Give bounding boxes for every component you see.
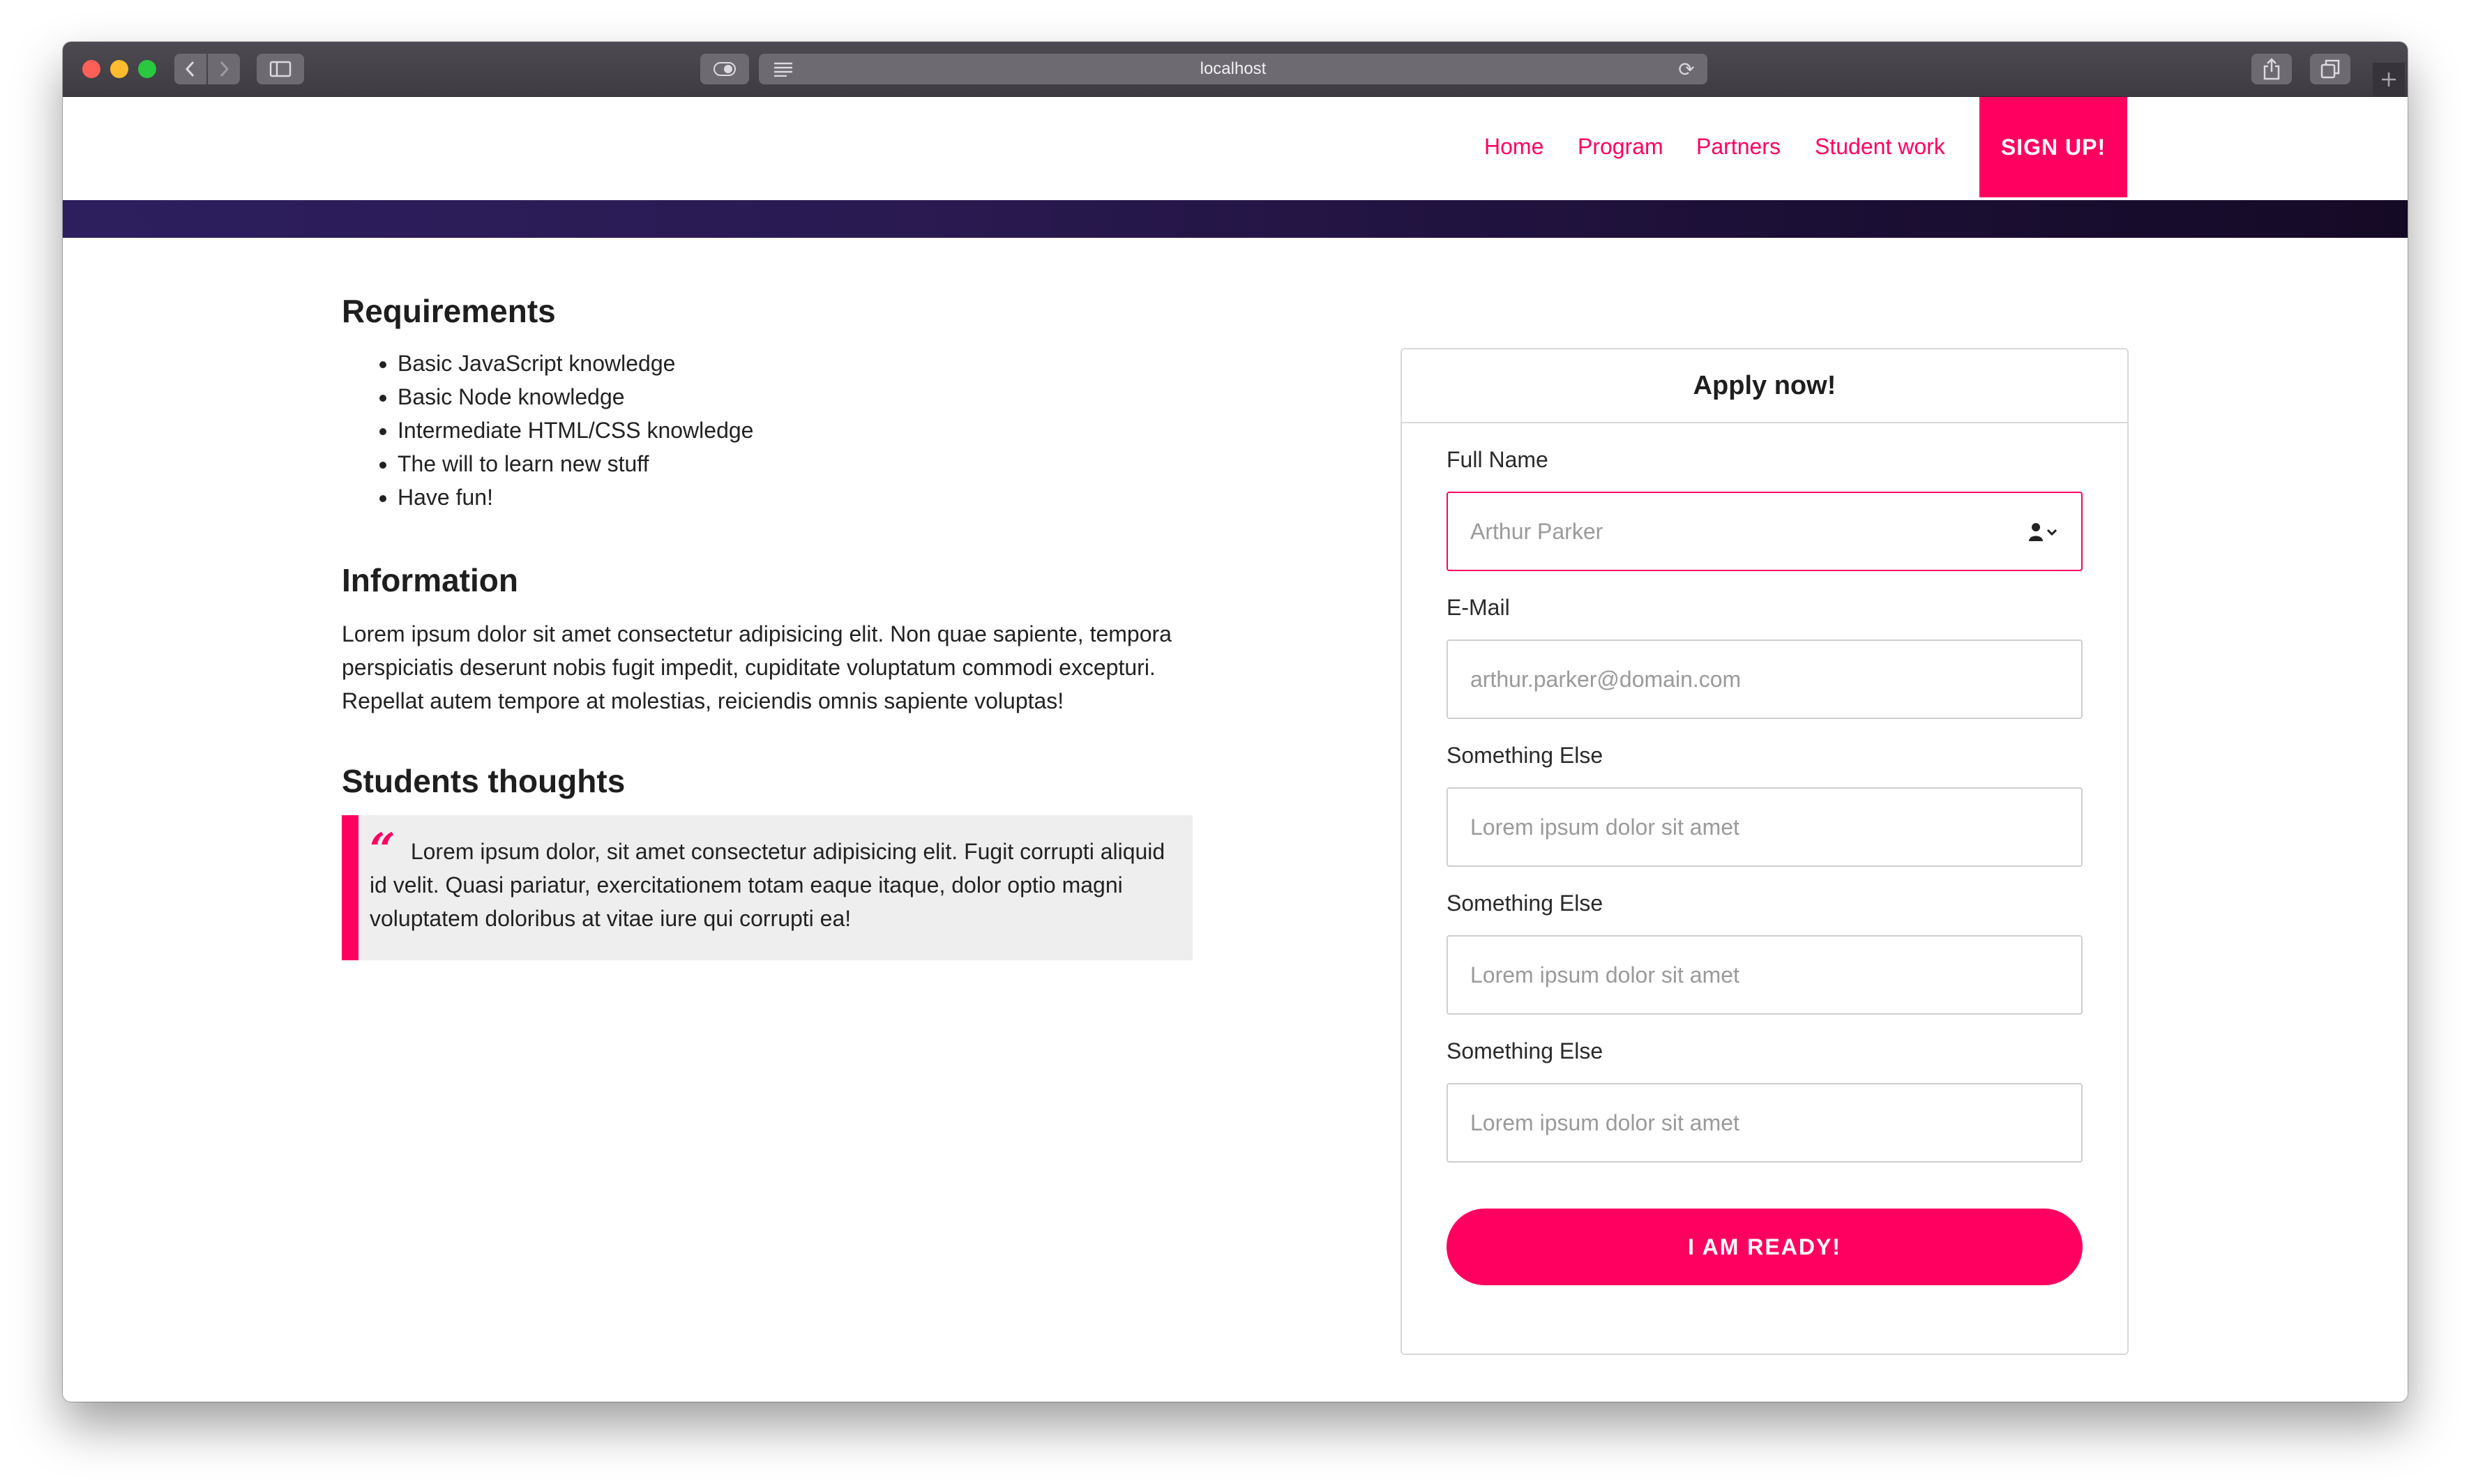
- something-else-input-3[interactable]: [1448, 1084, 2081, 1161]
- email-input[interactable]: [1448, 641, 2081, 718]
- show-tabs-button[interactable]: [2310, 54, 2350, 84]
- new-tab-button[interactable]: [2373, 63, 2405, 96]
- something-else-label-1: Something Else: [1447, 743, 1603, 768]
- privacy-report-button[interactable]: [700, 54, 749, 84]
- tabs-icon: [2320, 59, 2340, 79]
- full-name-label: Full Name: [1447, 447, 1548, 472]
- zoom-window-button[interactable]: [138, 60, 156, 78]
- forward-button[interactable]: [208, 54, 240, 84]
- quote-icon: “: [370, 824, 395, 876]
- something-else-field-2[interactable]: [1447, 935, 2083, 1015]
- list-item: Have fun!: [398, 480, 753, 514]
- something-else-label-2: Something Else: [1447, 891, 1603, 916]
- address-bar[interactable]: localhost ⟳: [759, 54, 1707, 84]
- minimize-window-button[interactable]: [110, 60, 128, 78]
- nav-link-student-work[interactable]: Student work: [1815, 97, 1945, 196]
- signup-button[interactable]: SIGN UP!: [1979, 97, 2127, 197]
- quote-text: Lorem ipsum dolor, sit amet consectetur …: [370, 839, 1165, 931]
- something-else-field-1[interactable]: [1447, 787, 2083, 867]
- share-button[interactable]: [2251, 54, 2292, 84]
- chevron-left-icon: [185, 61, 195, 77]
- information-text: Lorem ipsum dolor sit amet consectetur a…: [342, 621, 1172, 713]
- url-text: localhost: [1200, 59, 1267, 78]
- something-else-field-3[interactable]: [1447, 1083, 2083, 1163]
- form-title: Apply now!: [1402, 349, 2127, 423]
- requirements-heading: Requirements: [342, 293, 556, 329]
- something-else-label-3: Something Else: [1447, 1038, 1603, 1063]
- email-field[interactable]: [1447, 639, 2083, 719]
- plus-icon: [2382, 73, 2396, 86]
- sidebar-icon: [269, 61, 292, 77]
- email-label: E-Mail: [1447, 595, 1510, 620]
- list-item: Basic JavaScript knowledge: [398, 347, 753, 380]
- close-window-button[interactable]: [82, 60, 100, 78]
- list-item: Intermediate HTML/CSS knowledge: [398, 414, 753, 447]
- contact-autofill-icon[interactable]: [2028, 520, 2060, 545]
- browser-window: localhost ⟳ Home Program Partners Studen…: [63, 42, 2408, 1402]
- list-item: The will to learn new stuff: [398, 447, 753, 480]
- site-navbar: Home Program Partners Student work SIGN …: [63, 97, 2408, 200]
- full-name-field[interactable]: [1447, 492, 2083, 571]
- apply-form-card: Apply now! Full Name E-Mail Something El…: [1400, 348, 2129, 1355]
- sidebar-button[interactable]: [257, 54, 304, 84]
- chevron-right-icon: [220, 61, 229, 77]
- nav-link-partners[interactable]: Partners: [1696, 97, 1781, 196]
- requirements-list: Basic JavaScript knowledge Basic Node kn…: [342, 347, 753, 514]
- submit-application-button[interactable]: I AM READY!: [1447, 1209, 2083, 1285]
- web-page: Home Program Partners Student work SIGN …: [63, 97, 2408, 1402]
- nav-link-home[interactable]: Home: [1484, 97, 1543, 196]
- students-thoughts-heading: Students thoughts: [342, 763, 626, 799]
- nav-link-program[interactable]: Program: [1578, 97, 1663, 196]
- something-else-input-1[interactable]: [1448, 789, 2081, 865]
- back-button[interactable]: [174, 54, 206, 84]
- hero-banner-strip: [63, 200, 2408, 238]
- something-else-input-2[interactable]: [1448, 937, 2081, 1013]
- list-item: Basic Node knowledge: [398, 380, 753, 414]
- information-heading: Information: [342, 562, 518, 598]
- toggle-icon: [713, 62, 736, 76]
- share-icon: [2263, 58, 2280, 80]
- full-name-input[interactable]: [1448, 493, 2081, 570]
- reload-icon[interactable]: ⟳: [1673, 54, 1700, 84]
- browser-toolbar: localhost ⟳: [63, 42, 2408, 97]
- student-quote: “Lorem ipsum dolor, sit amet consectetur…: [342, 815, 1193, 960]
